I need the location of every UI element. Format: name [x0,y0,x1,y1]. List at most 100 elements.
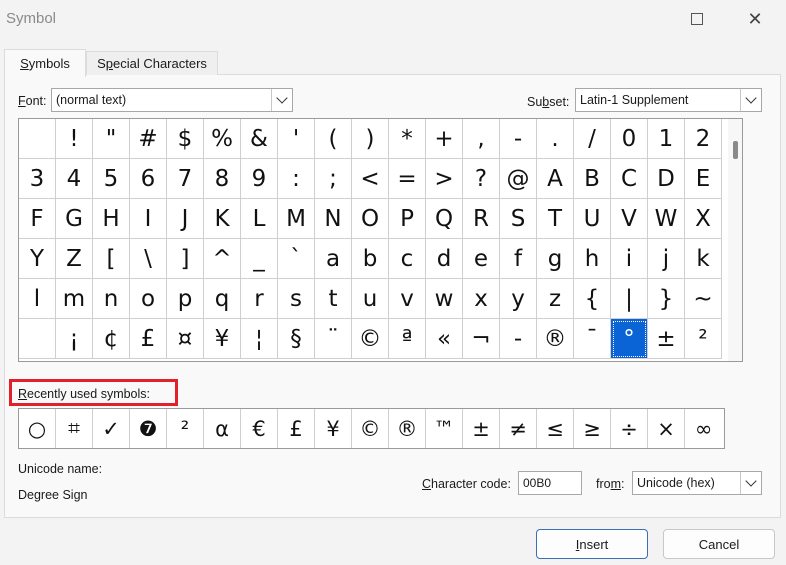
recent-symbol-cell[interactable]: © [352,409,389,448]
recent-symbol-cell[interactable]: ❼ [130,409,167,448]
symbol-cell[interactable]: . [537,119,574,159]
symbol-cell[interactable]: " [93,119,130,159]
symbol-cell[interactable]: F [19,199,56,239]
symbol-cell[interactable]: ¬ [463,319,500,359]
symbol-cell[interactable]: c [389,239,426,279]
symbol-cell[interactable]: E [685,159,722,199]
symbol-cell[interactable]: J [167,199,204,239]
symbol-cell[interactable]: ] [167,239,204,279]
symbol-cell[interactable]: a [315,239,352,279]
recent-symbol-cell[interactable]: ÷ [611,409,648,448]
symbol-cell[interactable]: o [130,279,167,319]
symbol-cell[interactable]: 9 [241,159,278,199]
symbol-cell[interactable]: L [241,199,278,239]
symbol-cell[interactable]: ` [278,239,315,279]
recent-symbol-cell[interactable]: ∞ [685,409,722,448]
cancel-button[interactable]: Cancel [663,529,775,559]
symbol-cell[interactable]: t [315,279,352,319]
scrollbar-thumb[interactable] [733,141,738,159]
grid-scrollbar[interactable] [728,119,742,361]
symbol-cell[interactable]: u [352,279,389,319]
symbol-cell[interactable]: * [389,119,426,159]
symbol-cell[interactable]: C [611,159,648,199]
symbol-cell[interactable]: © [352,319,389,359]
symbol-cell[interactable]: B [574,159,611,199]
symbol-cell[interactable]: | [611,279,648,319]
symbol-cell[interactable]: Z [56,239,93,279]
symbol-cell[interactable]: } [648,279,685,319]
recent-symbol-cell[interactable]: ≤ [537,409,574,448]
symbol-cell[interactable]: - [500,119,537,159]
symbol-cell[interactable]: ¦ [241,319,278,359]
symbol-cell[interactable]: : [278,159,315,199]
symbol-cell[interactable]: \ [130,239,167,279]
symbol-cell[interactable]: - [500,319,537,359]
symbol-cell[interactable]: < [352,159,389,199]
symbol-cell[interactable]: k [685,239,722,279]
symbol-cell[interactable]: @ [500,159,537,199]
symbol-cell[interactable]: ? [463,159,500,199]
symbol-cell[interactable]: n [93,279,130,319]
symbol-cell[interactable]: M [278,199,315,239]
insert-button[interactable]: Insert [536,529,648,559]
symbol-cell[interactable]: ( [315,119,352,159]
symbol-cell[interactable]: ^ [204,239,241,279]
symbol-cell[interactable]: ° [611,319,648,359]
symbol-cell[interactable]: S [500,199,537,239]
symbol-cell[interactable]: Q [426,199,463,239]
symbol-cell[interactable]: 8 [204,159,241,199]
symbol-cell[interactable]: w [426,279,463,319]
symbol-cell[interactable]: O [352,199,389,239]
recent-symbol-cell[interactable]: ○ [19,409,56,448]
symbol-cell[interactable]: I [130,199,167,239]
symbol-cell[interactable]: y [500,279,537,319]
symbol-cell[interactable]: e [463,239,500,279]
symbol-cell[interactable]: / [574,119,611,159]
symbol-cell[interactable]: ' [278,119,315,159]
symbol-cell[interactable]: ² [685,319,722,359]
symbol-cell[interactable]: f [500,239,537,279]
chevron-down-icon[interactable] [740,472,761,494]
symbol-cell[interactable]: # [130,119,167,159]
symbol-cell[interactable]: § [278,319,315,359]
recent-symbol-cell[interactable]: ² [167,409,204,448]
symbol-cell[interactable]: Y [19,239,56,279]
symbol-cell[interactable]: ¯ [574,319,611,359]
symbol-cell[interactable]: ; [315,159,352,199]
symbol-cell[interactable]: 5 [93,159,130,199]
symbol-cell[interactable]: N [315,199,352,239]
symbol-cell[interactable]: 1 [648,119,685,159]
font-select[interactable]: (normal text) [51,88,293,112]
symbol-cell[interactable]: z [537,279,574,319]
recent-symbol-cell[interactable]: ✓ [93,409,130,448]
symbol-cell[interactable]: s [278,279,315,319]
symbol-cell[interactable]: , [463,119,500,159]
tab-special-characters[interactable]: Sp ecial Characters [86,51,218,75]
symbol-cell[interactable]: 2 [685,119,722,159]
symbol-cell[interactable]: g [537,239,574,279]
symbol-cell[interactable]: 3 [19,159,56,199]
symbol-cell[interactable]: $ [167,119,204,159]
symbol-cell[interactable]: ¨ [315,319,352,359]
chevron-down-icon[interactable] [740,89,761,111]
symbol-cell[interactable]: £ [130,319,167,359]
symbol-cell[interactable]: 4 [56,159,93,199]
symbol-cell[interactable] [19,119,56,159]
recent-symbol-cell[interactable]: € [241,409,278,448]
symbol-cell[interactable]: & [241,119,278,159]
symbol-cell[interactable]: U [574,199,611,239]
recent-symbol-cell[interactable]: ≠ [500,409,537,448]
recent-symbol-cell[interactable]: ® [389,409,426,448]
symbol-cell[interactable]: ¤ [167,319,204,359]
symbol-cell[interactable]: R [463,199,500,239]
symbol-cell[interactable]: P [389,199,426,239]
symbol-cell[interactable]: V [611,199,648,239]
recent-symbol-cell[interactable]: ¥ [315,409,352,448]
symbol-cell[interactable]: + [426,119,463,159]
symbol-cell[interactable]: X [685,199,722,239]
symbol-cell[interactable]: j [648,239,685,279]
symbol-cell[interactable]: q [204,279,241,319]
symbol-cell[interactable]: W [648,199,685,239]
symbol-cell[interactable]: A [537,159,574,199]
subset-select[interactable]: Latin-1 Supplement [575,88,762,112]
